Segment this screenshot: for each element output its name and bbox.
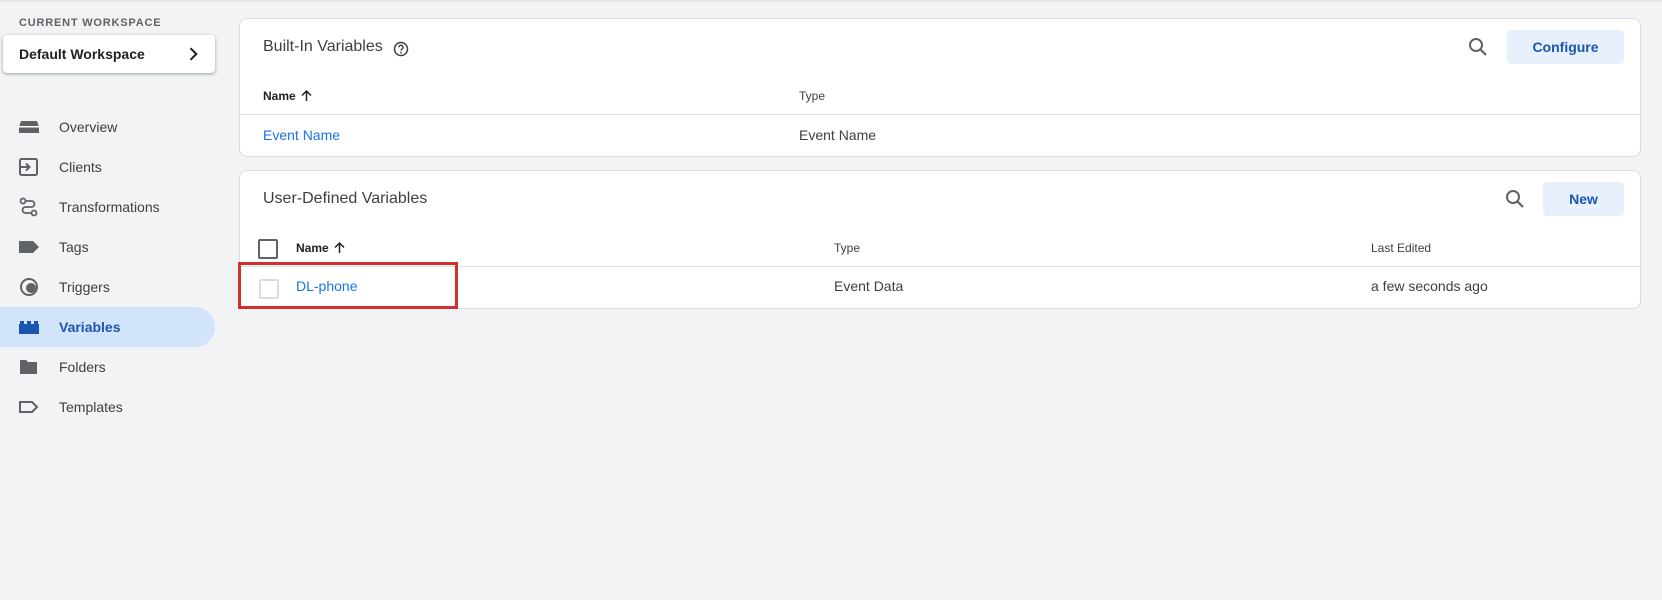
- sidebar-item-overview[interactable]: Overview: [0, 107, 215, 147]
- sidebar-item-templates[interactable]: Templates: [0, 387, 215, 427]
- sidebar-item-clients[interactable]: Clients: [0, 147, 215, 187]
- builtin-variables-title: Built-In Variables: [263, 38, 383, 55]
- tag-icon: [19, 241, 39, 253]
- header-divider: [240, 114, 1640, 115]
- search-icon[interactable]: [1466, 35, 1490, 59]
- sidebar-item-variables[interactable]: Variables: [0, 307, 215, 347]
- sidebar-item-label: Tags: [59, 239, 89, 255]
- column-header-label: Name: [296, 241, 329, 255]
- sidebar-item-tags[interactable]: Tags: [0, 227, 215, 267]
- workspace-label: CURRENT WORKSPACE: [19, 17, 162, 29]
- arrow-up-icon: [334, 241, 345, 253]
- sidebar-item-label: Templates: [59, 399, 123, 415]
- variable-last-edited: a few seconds ago: [1371, 278, 1488, 294]
- new-variable-button[interactable]: New: [1543, 182, 1624, 216]
- trigger-icon: [20, 278, 38, 296]
- chevron-right-icon: [189, 47, 198, 61]
- sidebar-item-label: Variables: [59, 319, 121, 335]
- variable-name-link[interactable]: Event Name: [263, 127, 340, 143]
- builtin-variables-card: Built-In Variables Configure Name Type E…: [239, 18, 1641, 157]
- configure-button[interactable]: Configure: [1507, 30, 1624, 64]
- column-header-last-edited[interactable]: Last Edited: [1371, 241, 1431, 255]
- search-icon[interactable]: [1503, 187, 1527, 211]
- sidebar-item-label: Folders: [59, 359, 106, 375]
- folder-icon: [20, 360, 37, 374]
- sidebar-item-label: Transformations: [59, 199, 160, 215]
- column-header-type[interactable]: Type: [799, 89, 825, 103]
- variable-type: Event Name: [799, 127, 877, 143]
- sidebar-item-label: Clients: [59, 159, 102, 175]
- sidebar-item-label: Overview: [59, 119, 118, 135]
- sidebar-nav: Overview Clients Transformations Tags Tr…: [0, 107, 215, 427]
- column-header-label: Name: [263, 89, 296, 103]
- clients-icon: [19, 158, 38, 176]
- sidebar: CURRENT WORKSPACE Default Workspace Over…: [0, 0, 220, 600]
- sidebar-item-transformations[interactable]: Transformations: [0, 187, 215, 227]
- overview-icon: [19, 121, 39, 133]
- select-all-checkbox[interactable]: [258, 239, 278, 259]
- variable-type: Event Data: [834, 278, 904, 294]
- workspace-selector[interactable]: Default Workspace: [3, 35, 215, 73]
- variables-icon: [19, 321, 39, 334]
- sidebar-item-triggers[interactable]: Triggers: [0, 267, 215, 307]
- sidebar-item-label: Triggers: [59, 279, 110, 295]
- workspace-name: Default Workspace: [19, 46, 145, 62]
- top-divider: [0, 0, 1662, 2]
- column-header-name[interactable]: Name: [263, 89, 313, 103]
- template-icon: [19, 401, 39, 413]
- highlight-box: [238, 262, 458, 309]
- help-icon[interactable]: [393, 41, 409, 57]
- sidebar-item-folders[interactable]: Folders: [0, 347, 215, 387]
- column-header-name[interactable]: Name: [296, 241, 346, 255]
- column-header-type[interactable]: Type: [834, 241, 860, 255]
- user-defined-variables-title: User-Defined Variables: [263, 190, 428, 207]
- arrow-up-icon: [301, 89, 312, 101]
- transformations-icon: [19, 197, 38, 217]
